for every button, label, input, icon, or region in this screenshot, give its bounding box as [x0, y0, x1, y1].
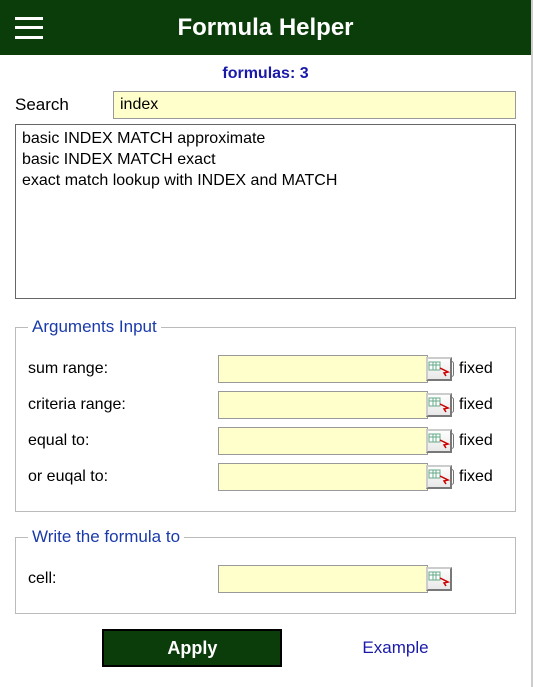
arg-input-criteria-range[interactable]	[219, 392, 426, 418]
fixed-label: fixed	[459, 360, 493, 378]
formulas-count: formulas: 3	[15, 65, 516, 83]
fixed-label: fixed	[459, 396, 493, 414]
menu-icon[interactable]	[15, 17, 43, 39]
range-picker-icon[interactable]	[426, 393, 452, 417]
target-fieldset: Write the formula to cell:	[15, 527, 516, 614]
fixed-label: fixed	[459, 432, 493, 450]
app-header: Formula Helper	[0, 0, 531, 55]
target-legend: Write the formula to	[28, 527, 184, 547]
results-list[interactable]: basic INDEX MATCH approximate basic INDE…	[15, 124, 516, 299]
target-cell-label: cell:	[28, 570, 218, 588]
list-item[interactable]: basic INDEX MATCH exact	[22, 150, 509, 171]
arg-input-or-equal-to[interactable]	[219, 464, 426, 490]
apply-button[interactable]: Apply	[102, 629, 282, 667]
arg-input-sum-range[interactable]	[219, 356, 426, 382]
arg-input-equal-to[interactable]	[219, 428, 426, 454]
arguments-legend: Arguments Input	[28, 317, 161, 337]
range-picker-icon[interactable]	[426, 429, 452, 453]
list-item[interactable]: basic INDEX MATCH approximate	[22, 129, 509, 150]
app-title: Formula Helper	[43, 14, 488, 42]
search-input[interactable]	[113, 91, 516, 119]
range-picker-icon[interactable]	[426, 465, 452, 489]
example-link[interactable]: Example	[362, 638, 428, 658]
fixed-label: fixed	[459, 468, 493, 486]
search-label: Search	[15, 95, 113, 115]
range-picker-icon[interactable]	[426, 357, 452, 381]
list-item[interactable]: exact match lookup with INDEX and MATCH	[22, 171, 509, 192]
arg-label-criteria-range: criteria range:	[28, 396, 218, 414]
arg-label-sum-range: sum range:	[28, 360, 218, 378]
target-cell-input[interactable]	[219, 566, 426, 592]
arguments-fieldset: Arguments Input sum range: fixed criteri…	[15, 317, 516, 512]
arg-label-equal-to: equal to:	[28, 432, 218, 450]
arg-label-or-equal-to: or euqal to:	[28, 468, 218, 486]
range-picker-icon[interactable]	[426, 567, 452, 591]
